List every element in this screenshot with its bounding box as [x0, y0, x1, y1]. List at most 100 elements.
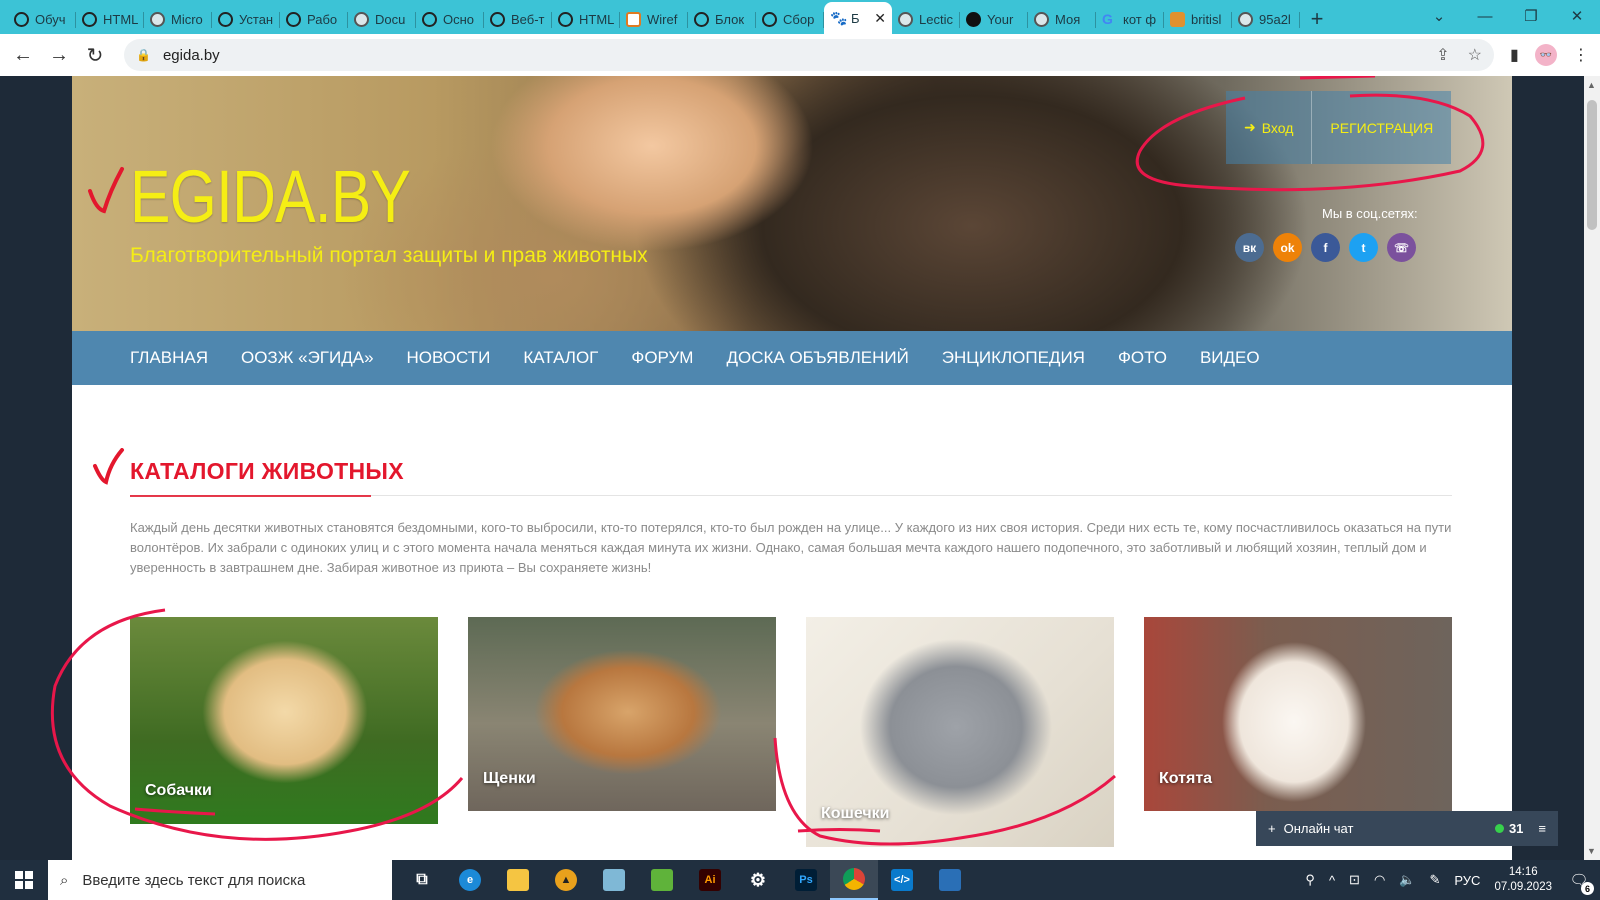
- browser-tab[interactable]: Осно: [416, 4, 484, 34]
- browser-toolbar: ← → ↻ 🔒 egida.by ⇪ ☆ ▮ 👓 ⋮: [0, 34, 1600, 76]
- edge-icon[interactable]: e: [446, 860, 494, 900]
- vk-icon[interactable]: вк: [1235, 233, 1264, 262]
- app-cube-icon[interactable]: [590, 860, 638, 900]
- lock-icon[interactable]: 🔒: [136, 48, 151, 62]
- facebook-icon[interactable]: f: [1311, 233, 1340, 262]
- side-panel-icon[interactable]: ▮: [1510, 45, 1519, 65]
- share-icon[interactable]: ⇪: [1436, 45, 1449, 65]
- browser-tab[interactable]: 🐾 Б ✕: [824, 2, 892, 34]
- back-button[interactable]: ←: [8, 40, 38, 70]
- browser-tab[interactable]: Рабо: [280, 4, 348, 34]
- browser-tab[interactable]: Веб-т: [484, 4, 552, 34]
- browser-menu-icon[interactable]: ⋮: [1573, 45, 1589, 65]
- close-tab-icon[interactable]: ✕: [874, 10, 886, 27]
- menu-item[interactable]: ЭНЦИКЛОПЕДИЯ: [942, 348, 1085, 368]
- menu-item[interactable]: ГЛАВНАЯ: [130, 348, 208, 368]
- browser-tab[interactable]: 95a2l: [1232, 4, 1300, 34]
- browser-tab[interactable]: britisl: [1164, 4, 1232, 34]
- forward-button[interactable]: →: [44, 40, 74, 70]
- tiger-icon: [1170, 11, 1185, 27]
- app-leaf-icon[interactable]: [638, 860, 686, 900]
- browser-tab[interactable]: Docu: [348, 4, 416, 34]
- catalog-card-cats[interactable]: Кошечки: [806, 617, 1114, 847]
- browser-tab[interactable]: Gкот ф: [1096, 4, 1164, 34]
- browser-tab[interactable]: HTML: [76, 4, 144, 34]
- online-chat-widget[interactable]: + Онлайн чат 31 ≡: [1256, 811, 1558, 846]
- reload-button[interactable]: ↻: [80, 40, 110, 70]
- browser-tab[interactable]: Блок: [688, 4, 756, 34]
- browser-tab[interactable]: Wiref: [620, 4, 688, 34]
- openai-icon: [82, 11, 97, 27]
- site-logo[interactable]: EGIDA.BY: [130, 154, 411, 239]
- hero-banner: EGIDA.BY Благотворительный портал защиты…: [72, 76, 1512, 331]
- task-view-icon[interactable]: ⧉: [398, 860, 446, 900]
- catalog-card-dogs[interactable]: Собачки: [130, 617, 438, 824]
- taskbar-search[interactable]: ⌕ Введите здесь текст для поиска: [48, 860, 392, 900]
- language-indicator[interactable]: РУС: [1454, 873, 1480, 888]
- menu-item[interactable]: ДОСКА ОБЪЯВЛЕНИЙ: [726, 348, 908, 368]
- photoshop-icon[interactable]: Ps: [782, 860, 830, 900]
- catalog-card-puppies[interactable]: Щенки: [468, 617, 776, 811]
- scroll-up-icon[interactable]: ▲: [1587, 80, 1596, 90]
- minimize-button[interactable]: —: [1462, 0, 1508, 32]
- tab-title: britisl: [1191, 11, 1222, 27]
- bookmark-star-icon[interactable]: ☆: [1468, 45, 1482, 65]
- browser-tab[interactable]: Устан: [212, 4, 280, 34]
- viber-icon[interactable]: ☏: [1387, 233, 1416, 262]
- tab-title: Б: [851, 10, 860, 26]
- browser-tab[interactable]: Сбор: [756, 4, 824, 34]
- menu-item[interactable]: ФОТО: [1118, 348, 1167, 368]
- odnoklassniki-icon[interactable]: ok: [1273, 233, 1302, 262]
- new-tab-button[interactable]: +: [1300, 4, 1334, 34]
- globe-icon: [898, 11, 913, 27]
- tab-search-icon[interactable]: ⌄: [1416, 0, 1462, 32]
- page-scrollbar[interactable]: ▲ ▼: [1584, 76, 1600, 860]
- chat-menu-icon[interactable]: ≡: [1538, 821, 1546, 836]
- chrome-icon[interactable]: [830, 860, 878, 900]
- people-icon[interactable]: ⚲: [1305, 872, 1315, 888]
- browser-tab[interactable]: Моя: [1028, 4, 1096, 34]
- twitter-icon[interactable]: t: [1349, 233, 1378, 262]
- illustrator-icon[interactable]: Ai: [686, 860, 734, 900]
- app-triangle-icon[interactable]: ▲: [542, 860, 590, 900]
- clock[interactable]: 14:16 07.09.2023: [1494, 865, 1552, 895]
- menu-item[interactable]: ВИДЕО: [1200, 348, 1260, 368]
- browser-tab[interactable]: Micro: [144, 4, 212, 34]
- tray-chevron-icon[interactable]: ^: [1329, 873, 1335, 888]
- scroll-down-icon[interactable]: ▼: [1587, 846, 1596, 856]
- login-link[interactable]: ➜ Вход: [1226, 91, 1313, 164]
- menu-item[interactable]: КАТАЛОГ: [523, 348, 598, 368]
- scrollbar-thumb[interactable]: [1587, 100, 1597, 230]
- vscode-icon[interactable]: </>: [878, 860, 926, 900]
- site-tagline: Благотворительный портал защиты и прав ж…: [130, 244, 648, 267]
- taskbar-apps: ⧉ e ▲ Ai ⚙ Ps </>: [398, 860, 974, 900]
- volume-icon[interactable]: 🔈: [1399, 872, 1415, 888]
- settings-gear-icon[interactable]: ⚙: [734, 860, 782, 900]
- pen-icon[interactable]: ✎: [1429, 872, 1440, 888]
- windows-logo-icon: [15, 871, 33, 889]
- catalog-card-kittens[interactable]: Котята: [1144, 617, 1452, 811]
- browser-tab[interactable]: Обуч: [8, 4, 76, 34]
- openai-icon: [694, 11, 709, 27]
- address-bar[interactable]: 🔒 egida.by ⇪ ☆: [124, 39, 1494, 71]
- catalog-intro-text: Каждый день десятки животных становятся …: [130, 520, 1452, 575]
- browser-tab[interactable]: HTML: [552, 4, 620, 34]
- file-explorer-icon[interactable]: [494, 860, 542, 900]
- close-window-button[interactable]: ✕: [1554, 0, 1600, 32]
- card-label: Котята: [1159, 770, 1213, 787]
- maximize-button[interactable]: ❐: [1508, 0, 1554, 32]
- start-button[interactable]: [0, 860, 48, 900]
- menu-item[interactable]: НОВОСТИ: [407, 348, 491, 368]
- photos-icon[interactable]: [926, 860, 974, 900]
- profile-avatar[interactable]: 👓: [1534, 44, 1557, 66]
- browser-tab[interactable]: Lectic: [892, 4, 960, 34]
- menu-item[interactable]: ФОРУМ: [631, 348, 693, 368]
- register-link[interactable]: РЕГИСТРАЦИЯ: [1312, 91, 1451, 164]
- globe-icon: [150, 11, 165, 27]
- browser-tab[interactable]: Your: [960, 4, 1028, 34]
- notification-center-icon[interactable]: 🗨 6: [1566, 867, 1594, 895]
- meet-now-icon[interactable]: ⊡: [1349, 872, 1360, 888]
- menu-item[interactable]: ООЗЖ «ЭГИДА»: [241, 348, 374, 368]
- network-icon[interactable]: ◠: [1374, 872, 1385, 888]
- tab-title: Обуч: [35, 11, 66, 27]
